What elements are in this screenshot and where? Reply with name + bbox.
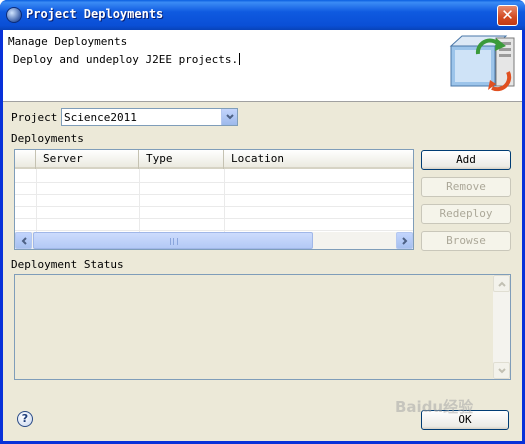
banner-description: Deploy and undeploy J2EE projects. <box>13 53 241 66</box>
project-combo-value: Science2011 <box>64 111 137 124</box>
deployments-table[interactable]: Server Type Location <box>14 149 414 250</box>
table-header: Server Type Location <box>15 150 413 169</box>
redeploy-button[interactable]: Redeploy <box>421 204 511 224</box>
scrollbar-thumb[interactable] <box>33 232 313 249</box>
scroll-up-icon[interactable] <box>493 275 510 292</box>
watermark-logo: Baidu经验 <box>395 398 474 416</box>
table-header-check <box>15 150 36 169</box>
grip-icon <box>170 238 178 245</box>
title-area: Manage Deployments Deploy and undeploy J… <box>3 30 522 102</box>
table-row <box>15 171 413 183</box>
add-button[interactable]: Add <box>421 150 511 170</box>
chevron-down-icon[interactable] <box>221 109 237 125</box>
help-icon[interactable]: ? <box>17 411 33 427</box>
column-header-location[interactable]: Location <box>224 150 413 169</box>
remove-button[interactable]: Remove <box>421 177 511 197</box>
table-row <box>15 195 413 207</box>
deployment-status-text[interactable] <box>14 274 511 380</box>
column-header-type[interactable]: Type <box>139 150 224 169</box>
table-row <box>15 219 413 231</box>
dialog-body: Manage Deployments Deploy and undeploy J… <box>3 30 522 441</box>
title-bar[interactable]: Project Deployments ✕ <box>0 0 525 30</box>
table-row <box>15 207 413 219</box>
close-button[interactable]: ✕ <box>497 5 518 26</box>
eclipse-app-icon <box>6 7 22 23</box>
column-header-server[interactable]: Server <box>36 150 139 169</box>
column-divider <box>139 169 140 232</box>
project-combo[interactable]: Science2011 <box>61 108 238 126</box>
table-row <box>15 183 413 195</box>
scroll-left-icon[interactable] <box>15 232 32 249</box>
browse-button[interactable]: Browse <box>421 231 511 251</box>
banner-title: Manage Deployments <box>8 35 128 48</box>
text-cursor <box>239 53 241 65</box>
deployment-status-label: Deployment Status <box>11 258 124 271</box>
project-label: Project <box>11 111 58 124</box>
column-divider <box>36 169 37 232</box>
deployments-label: Deployments <box>11 132 84 145</box>
column-divider <box>224 169 225 232</box>
vertical-scrollbar[interactable] <box>493 275 510 379</box>
scroll-down-icon[interactable] <box>493 362 510 379</box>
scroll-right-icon[interactable] <box>396 232 413 249</box>
horizontal-scrollbar[interactable] <box>15 232 413 249</box>
window-title: Project Deployments <box>26 7 164 21</box>
project-deployments-window: Project Deployments ✕ Manage Deployments… <box>0 0 525 444</box>
deployment-banner-icon <box>449 35 515 92</box>
